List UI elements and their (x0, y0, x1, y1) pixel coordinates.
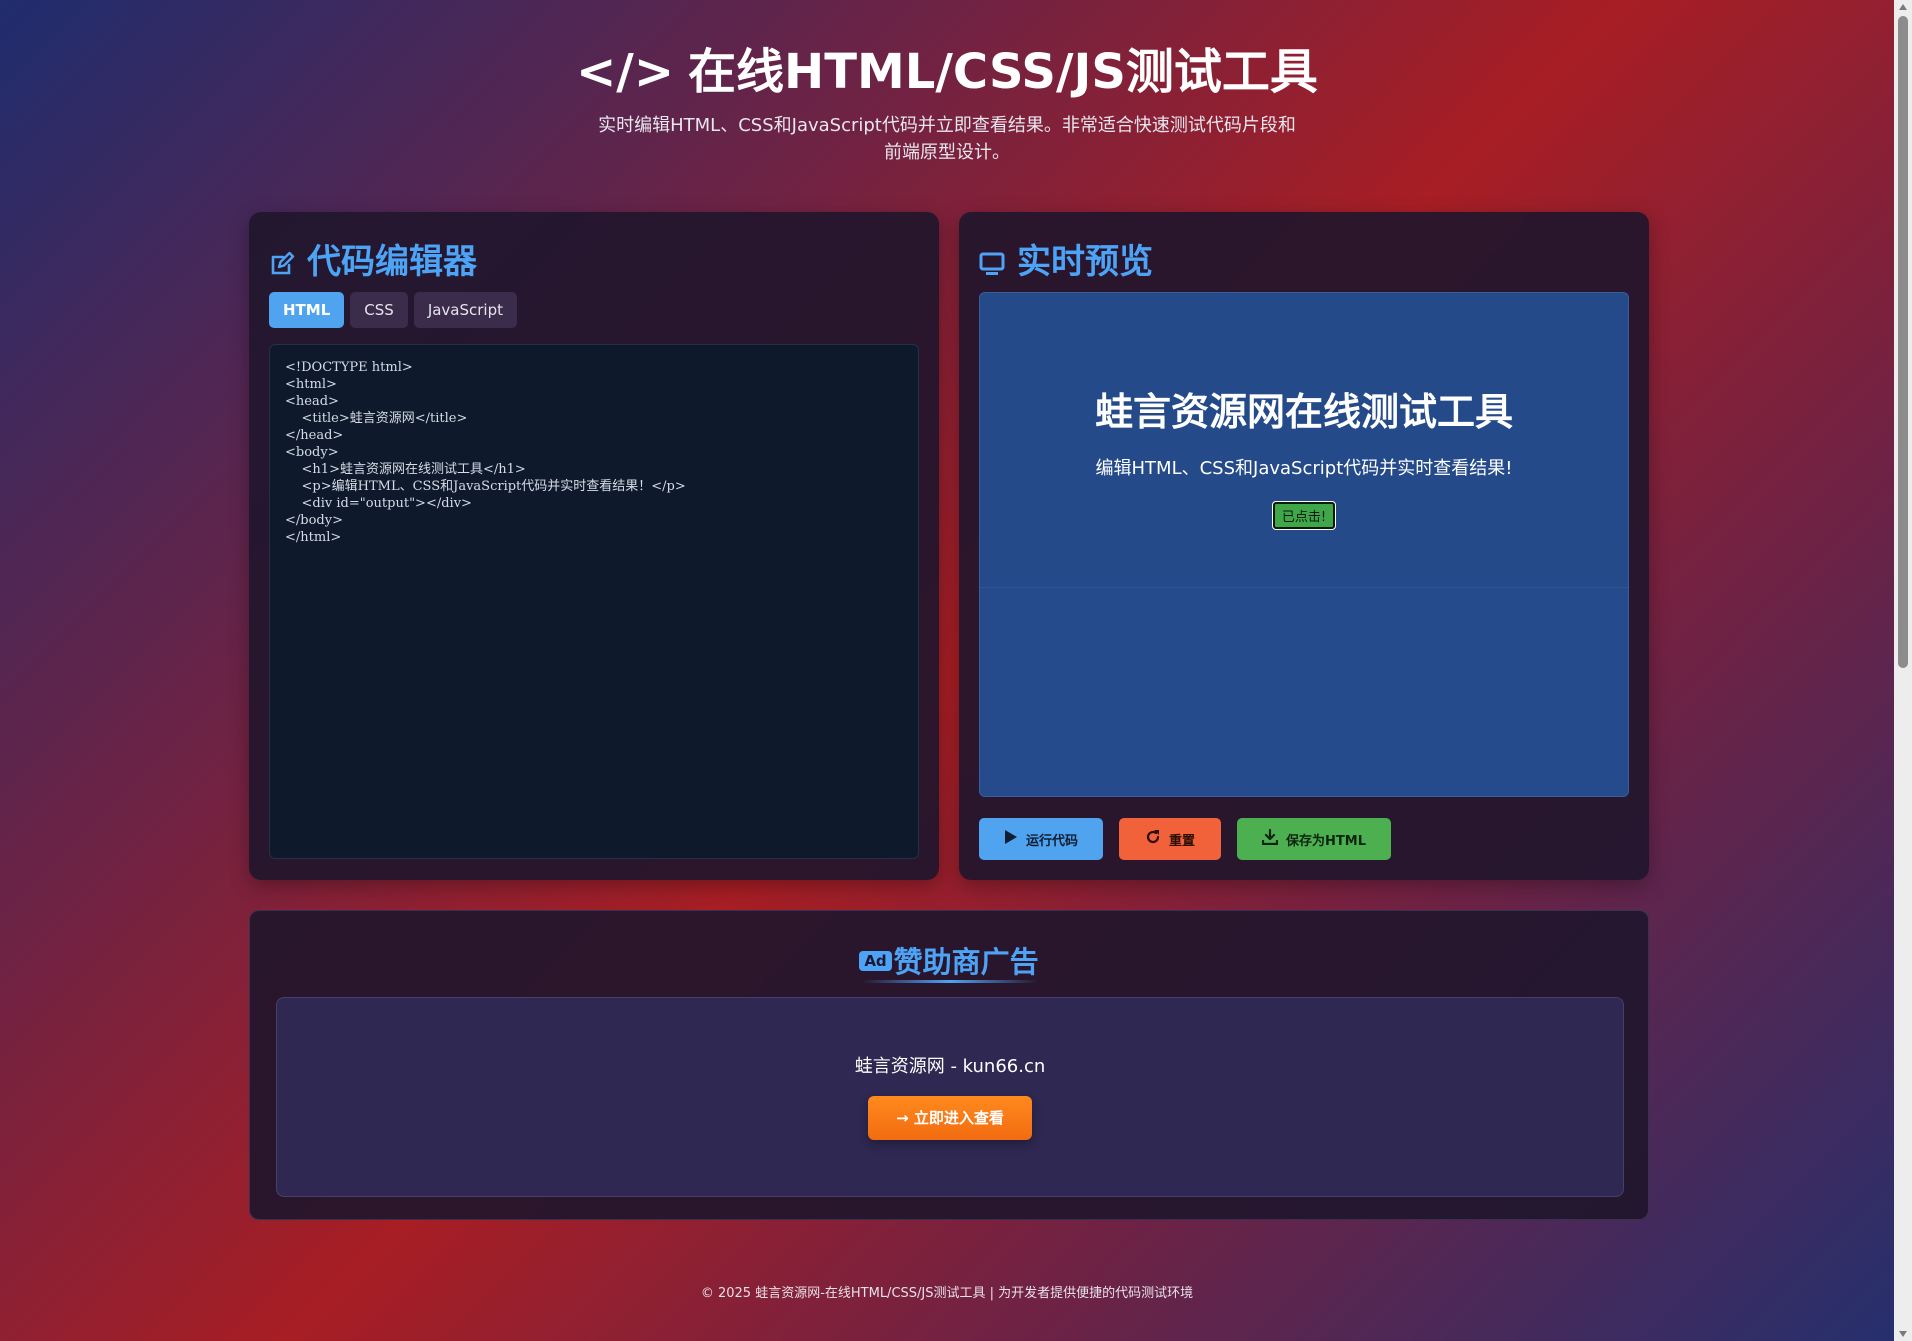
redo-icon (1145, 829, 1161, 849)
tab-css[interactable]: CSS (350, 292, 408, 328)
preview-clicked-button[interactable]: 已点击! (1272, 502, 1336, 529)
tab-html[interactable]: HTML (269, 292, 345, 328)
sponsor-title: Ad 赞助商广告 (250, 939, 1648, 981)
page-title-text: 在线HTML/CSS/JS测试工具 (688, 44, 1318, 100)
scrollbar-thumb[interactable] (1898, 16, 1908, 668)
save-html-button[interactable]: 保存为HTML (1237, 818, 1391, 860)
page-scrollbar[interactable] (1894, 0, 1912, 1341)
page-title: </> 在线HTML/CSS/JS测试工具 (0, 40, 1894, 104)
editor-tabs: HTML CSS JavaScript (269, 292, 518, 328)
tab-javascript[interactable]: JavaScript (413, 292, 518, 328)
run-code-label: 运行代码 (1025, 833, 1078, 849)
code-editor[interactable]: <!DOCTYPE html> <html> <head> <title>蛙言资… (269, 344, 919, 859)
preview-heading: 蛙言资源网在线测试工具 (1094, 390, 1513, 434)
page: </> 在线HTML/CSS/JS测试工具 实时编辑HTML、CSS和JavaSc… (0, 0, 1894, 1341)
preview-frame[interactable]: 蛙言资源网在线测试工具 编辑HTML、CSS和JavaScript代码并实时查看… (979, 292, 1629, 797)
editor-panel: 代码编辑器 HTML CSS JavaScript <!DOCTYPE html… (249, 212, 939, 880)
page-header: </> 在线HTML/CSS/JS测试工具 实时编辑HTML、CSS和JavaSc… (0, 40, 1894, 166)
sponsor-ad-box: 蛙言资源网 - kun66.cn → 立即进入查看 (276, 997, 1624, 1197)
preview-hero: 蛙言资源网在线测试工具 编辑HTML、CSS和JavaScript代码并实时查看… (980, 293, 1628, 588)
scroll-up-arrow-icon[interactable] (1899, 4, 1907, 10)
sponsor-title-text: 赞助商广告 (893, 945, 1039, 979)
sponsor-cta-label: 立即进入查看 (913, 1109, 1004, 1127)
sponsor-name: 蛙言资源网 - kun66.cn (854, 1056, 1046, 1077)
page-subtitle: 实时编辑HTML、CSS和JavaScript代码并立即查看结果。非常适合快速测… (598, 115, 1296, 163)
code-icon: </> (576, 44, 675, 100)
code-editor-content[interactable]: <!DOCTYPE html> <html> <head> <title>蛙言资… (285, 359, 903, 546)
preview-panel: 实时预览 蛙言资源网在线测试工具 编辑HTML、CSS和JavaScript代码… (959, 212, 1649, 880)
preview-actions: 运行代码 重置 保存为HTML (979, 818, 1391, 860)
monitor-icon (979, 246, 1005, 275)
edit-icon (269, 246, 295, 274)
scroll-down-arrow-icon[interactable] (1899, 1331, 1907, 1337)
run-code-button[interactable]: 运行代码 (979, 818, 1103, 860)
preview-text: 编辑HTML、CSS和JavaScript代码并实时查看结果! (1095, 458, 1513, 479)
download-icon (1261, 828, 1279, 849)
ad-icon: Ad (859, 951, 892, 971)
reset-button[interactable]: 重置 (1119, 818, 1221, 860)
page-footer: © 2025 蛙言资源网-在线HTML/CSS/JS测试工具 | 为开发者提供便… (700, 1286, 1194, 1301)
play-icon (1004, 829, 1018, 849)
sponsor-section: Ad 赞助商广告 蛙言资源网 - kun66.cn → 立即进入查看 (249, 910, 1649, 1220)
preview-title-text: 实时预览 (1017, 242, 1153, 282)
sponsor-title-underline (862, 980, 1038, 983)
arrow-right-icon: → (896, 1109, 909, 1127)
save-html-label: 保存为HTML (1286, 833, 1366, 849)
sponsor-cta-button[interactable]: → 立即进入查看 (868, 1096, 1032, 1140)
preview-lower-area (980, 588, 1628, 796)
reset-label: 重置 (1168, 833, 1195, 849)
editor-panel-title: 代码编辑器 (269, 234, 477, 283)
editor-title-text: 代码编辑器 (307, 242, 477, 282)
preview-panel-title: 实时预览 (979, 234, 1153, 283)
